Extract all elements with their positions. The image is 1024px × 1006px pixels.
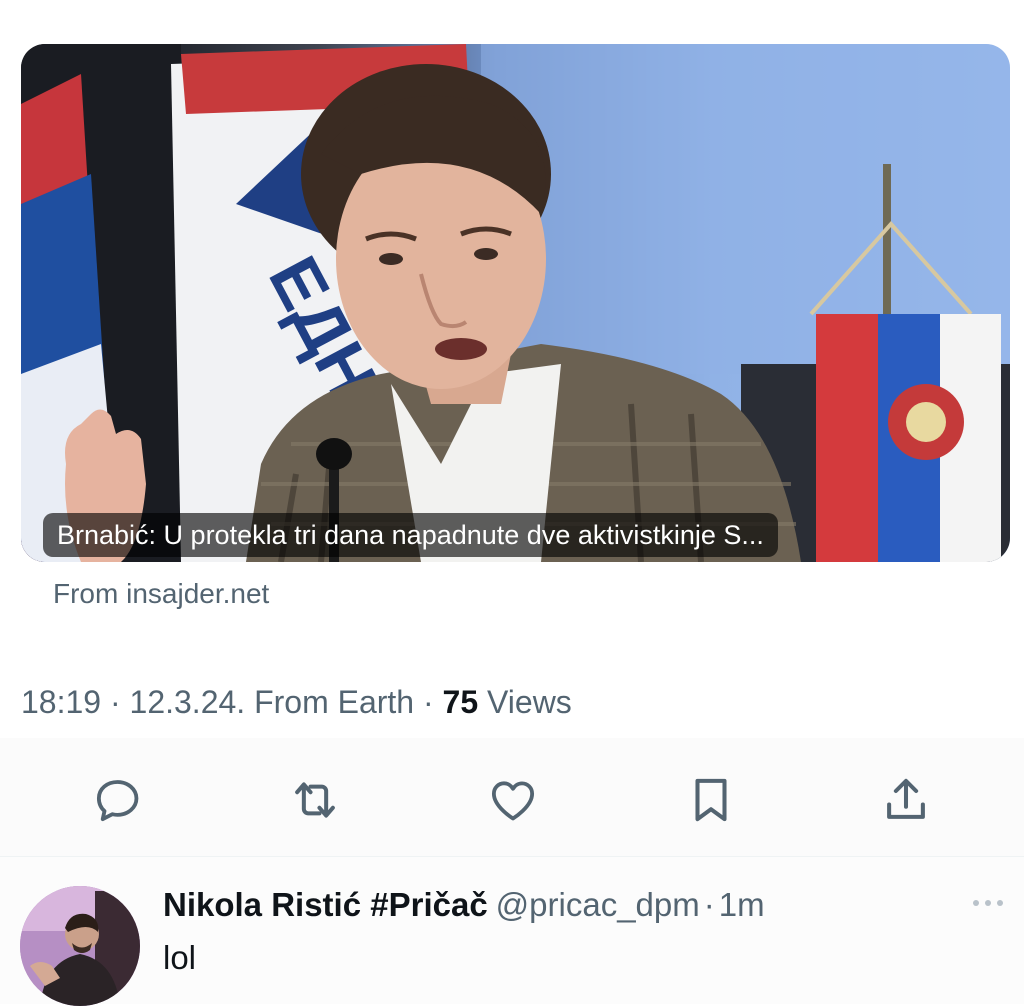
- reply-text: lol: [163, 939, 197, 976]
- reply-author-handle[interactable]: @pricac_dpm: [496, 886, 700, 923]
- views-count: 75: [442, 684, 479, 720]
- retweet-icon: [295, 782, 335, 818]
- share-icon: [887, 778, 925, 819]
- article-headline: Brnabić: U protekla tri dana napadnute d…: [43, 513, 778, 557]
- retweet-button[interactable]: [285, 770, 345, 830]
- more-dots-icon: [973, 900, 1003, 906]
- meta-separator: ·: [109, 684, 121, 720]
- avatar[interactable]: [20, 886, 140, 1006]
- reply-time[interactable]: 1m: [719, 886, 765, 923]
- tweet-date: 12.3.24.: [129, 684, 246, 720]
- reply-button[interactable]: [88, 770, 148, 830]
- link-source[interactable]: From insajder.net: [53, 578, 269, 610]
- like-button[interactable]: [483, 770, 543, 830]
- reply-area: [0, 857, 1024, 1004]
- views-label[interactable]: Views: [487, 684, 572, 720]
- tweet-time: 18:19: [21, 684, 102, 720]
- reply-icon: [96, 780, 139, 822]
- tweet-location: From Earth: [254, 684, 415, 720]
- avatar-photo: [20, 886, 140, 1006]
- share-button[interactable]: [876, 770, 936, 830]
- more-button[interactable]: [966, 888, 1010, 918]
- link-preview-card[interactable]: ЕДНА Brnabić: U protekla tri dana napadn…: [21, 44, 1010, 562]
- article-photo: ЕДНА: [21, 44, 1010, 562]
- meta-separator: ·: [422, 684, 434, 720]
- reply-author-name[interactable]: Nikola Ristić #Pričač: [163, 886, 488, 923]
- bookmark-button[interactable]: [681, 770, 741, 830]
- like-icon: [491, 781, 535, 821]
- reply-separator: ·: [703, 886, 715, 923]
- reply-header: Nikola Ristić #Pričač @pricac_dpm · 1m: [163, 884, 765, 926]
- tweet-meta: 18:19 · 12.3.24. From Earth · 75 Views: [21, 684, 572, 721]
- bookmark-icon: [695, 778, 727, 822]
